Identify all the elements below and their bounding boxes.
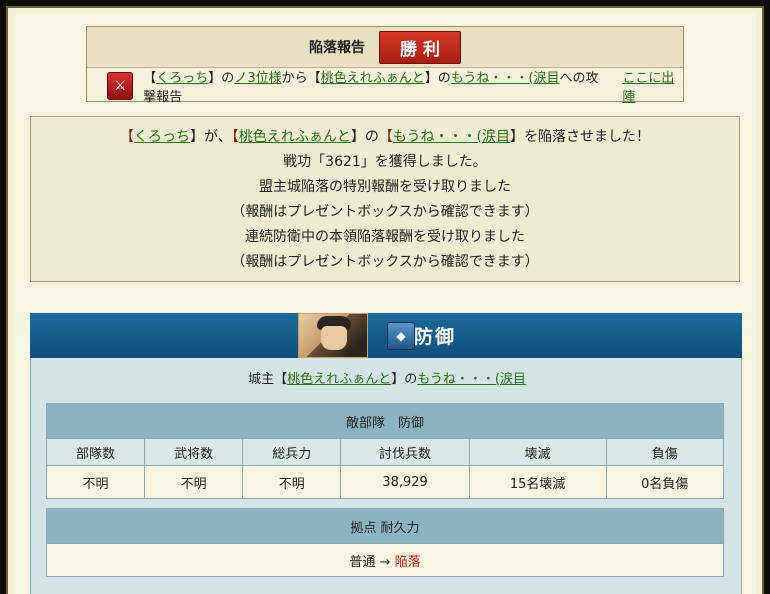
durability-table: 拠点 耐久力 普通 → 陥落 — [46, 508, 724, 577]
attacker-link[interactable]: くろっち — [156, 71, 208, 86]
durability-from: 普通 — [349, 554, 376, 570]
defense-label: 防御 — [414, 326, 457, 348]
sortie-link[interactable]: ここに出陣 — [622, 67, 683, 105]
page-title: 陥落報告 — [309, 40, 365, 56]
attacker-title-link[interactable]: ノ3位様 — [234, 71, 281, 86]
message-line-2: 戦功「3621」を獲得しました。 — [283, 154, 487, 170]
defense-body: 城主【桃色えれふぁんと】のもうね・・・(涙目 敵部隊 防御 部隊数 武将数 総兵… — [30, 358, 742, 594]
result-message: 【くろっち】が、【桃色えれふぁんと】の【もうね・・・(涙目】を陥落させました！ … — [30, 116, 740, 282]
durability-to: 陥落 — [394, 554, 421, 570]
defense-tab: 防御 — [370, 313, 742, 358]
general-portrait — [298, 313, 368, 358]
table-row: 普通 → 陥落 — [46, 543, 724, 577]
col-annihilated: 壊滅 — [468, 438, 607, 466]
lord-alliance-link[interactable]: 桃色えれふぁんと — [287, 372, 391, 387]
message-castle-link[interactable]: もうね・・・(涙目 — [393, 129, 510, 145]
enemy-unit-table: 敵部隊 防御 部隊数 武将数 総兵力 討伐兵数 壊滅 負傷 不明 不明 不明 3… — [45, 403, 725, 499]
table-row: 不明 不明 不明 38,929 15名壊滅 0名負傷 — [45, 465, 725, 499]
col-total-troops: 総兵力 — [242, 438, 342, 466]
report-summary-text: 【くろっち】のノ3位様から【桃色えれふぁんと】のもうね・・・(涙目への攻撃報告 — [143, 70, 599, 105]
message-line-6: （報酬はプレゼントボックスから確認できます） — [231, 254, 539, 270]
message-line-1: 【くろっち】が、【桃色えれふぁんと】の【もうね・・・(涙目】を陥落させました！ — [120, 129, 650, 145]
crossed-swords-icon: ⚔ — [107, 71, 134, 100]
message-line-3: 盟主城陥落の特別報酬を受け取りました — [259, 179, 511, 195]
cell-annihilated: 15名壊滅 — [468, 465, 607, 499]
col-unit-count: 部隊数 — [45, 438, 146, 466]
cell-total-troops: 不明 — [242, 465, 342, 499]
col-general-count: 武将数 — [144, 438, 244, 466]
report-summary: ⚔ 【くろっち】のノ3位様から【桃色えれふぁんと】のもうね・・・(涙目への攻撃報… — [87, 67, 683, 105]
table-header-row: 部隊数 武将数 総兵力 討伐兵数 壊滅 負傷 — [45, 438, 725, 466]
cell-injured: 0名負傷 — [605, 465, 725, 499]
target-alliance-link[interactable]: 桃色えれふぁんと — [321, 71, 425, 86]
window-frame: 陥落報告 勝利 ⚔ 【くろっち】のノ3位様から【桃色えれふぁんと】のもうね・・・… — [0, 0, 770, 594]
enemy-table-caption: 敵部隊 防御 — [46, 403, 724, 439]
report-header: 陥落報告 勝利 ⚔ 【くろっち】のノ3位様から【桃色えれふぁんと】のもうね・・・… — [86, 26, 684, 105]
lord-castle-link[interactable]: もうね・・・(涙目 — [417, 372, 526, 387]
cell-defeated-troops: 38,929 — [340, 465, 470, 499]
cell-general-count: 不明 — [144, 465, 244, 499]
target-castle-link[interactable]: もうね・・・(涙目 — [451, 71, 560, 86]
portrait-face — [321, 326, 347, 350]
message-alliance-link[interactable]: 桃色えれふぁんと — [239, 129, 351, 145]
cell-unit-count: 不明 — [45, 465, 146, 499]
report-title-bar: 陥落報告 勝利 — [87, 27, 683, 68]
col-defeated-troops: 討伐兵数 — [340, 438, 470, 466]
durability-value: 普通 → 陥落 — [46, 543, 724, 577]
message-line-4: （報酬はプレゼントボックスから確認できます） — [231, 204, 539, 220]
victory-badge: 勝利 — [379, 30, 461, 64]
message-attacker-link[interactable]: くろっち — [134, 129, 190, 145]
castle-lord-line: 城主【桃色えれふぁんと】のもうね・・・(涙目 — [248, 372, 526, 387]
message-line-5: 連続防衛中の本領陥落報酬を受け取りました — [245, 229, 525, 245]
durability-caption: 拠点 耐久力 — [46, 508, 724, 544]
defense-section-header: ◆ 防御 — [30, 313, 742, 359]
arrow-icon: → — [379, 554, 391, 570]
col-injured: 負傷 — [605, 438, 725, 466]
